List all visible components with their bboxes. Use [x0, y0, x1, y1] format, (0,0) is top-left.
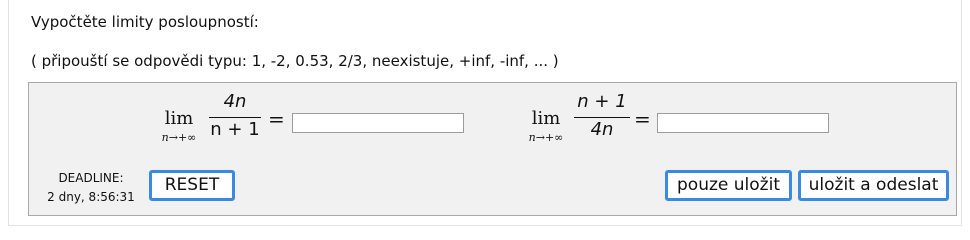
save-only-button[interactable]: pouze uložit: [665, 170, 792, 201]
fraction-2: n + 1 4n: [574, 91, 630, 145]
fraction-numerator: 4n: [223, 91, 247, 112]
fraction-denominator: 4n: [590, 119, 614, 140]
reset-button[interactable]: RESET: [149, 170, 235, 201]
task-prompt: Vypočtěte limity posloupností:: [31, 13, 259, 31]
save-and-submit-button[interactable]: uložit a odeslat: [798, 170, 949, 201]
fraction-bar: [574, 117, 630, 118]
answer-format-hint: ( připouští se odpovědi typu: 1, -2, 0.5…: [31, 52, 559, 70]
exercise-panel: lim n→+∞ 4n n + 1 = lim n→+∞ n + 1 4n = …: [28, 82, 957, 216]
limit-1: lim n→+∞: [155, 108, 203, 148]
answer-input-2[interactable]: [657, 113, 829, 133]
equals-sign: =: [268, 107, 285, 131]
fraction-1: 4n n + 1: [209, 91, 261, 145]
lim-operator: lim: [164, 108, 194, 129]
equals-sign: =: [634, 107, 651, 131]
fraction-bar: [209, 117, 261, 118]
answer-input-1[interactable]: [292, 113, 464, 133]
deadline-label: DEADLINE:: [58, 171, 124, 185]
deadline-countdown: 2 dny, 8:56:31: [47, 190, 135, 204]
lim-subscript: n→+∞: [528, 131, 564, 144]
limit-2: lim n→+∞: [522, 108, 570, 148]
assignment-card: Vypočtěte limity posloupností: ( připouš…: [8, 0, 962, 226]
lim-operator: lim: [531, 108, 561, 129]
fraction-numerator: n + 1: [577, 91, 627, 112]
lim-subscript: n→+∞: [161, 131, 197, 144]
fraction-denominator: n + 1: [210, 119, 260, 140]
